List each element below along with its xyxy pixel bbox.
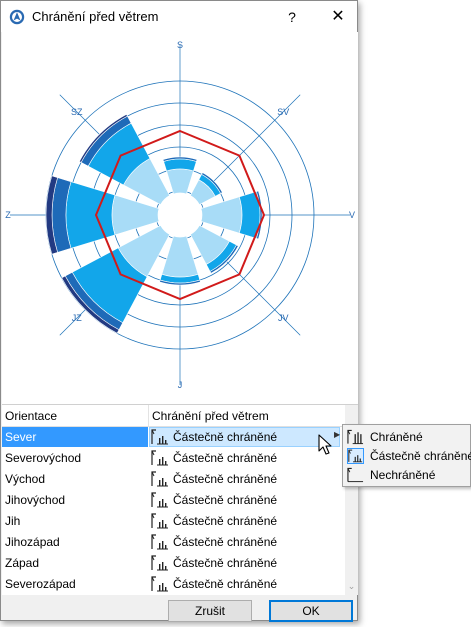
rose-sector-S — [166, 168, 194, 195]
orientation-column-header: Orientace — [5, 409, 58, 423]
wind-protection-dialog: Chránění před větrem ? ✕ S SV V JV J JZ Z SZ Or… — [0, 0, 358, 622]
compass-label-SW: JZ — [72, 313, 83, 323]
orientation-label: Východ — [5, 472, 46, 486]
protection-context-menu: Chráněné Částečně chráněné Nechráněné — [342, 424, 471, 487]
table-row-zapad[interactable]: Západ Částečně chráněné — [2, 553, 344, 573]
protection-column-header[interactable]: Chránění před větrem — [152, 409, 269, 423]
dialog-title: Chránění před větrem — [32, 9, 159, 24]
partially-protected-icon — [151, 513, 169, 529]
unprotected-icon — [347, 467, 364, 483]
compass-label-N: S — [177, 40, 183, 50]
orientation-label: Západ — [5, 556, 40, 570]
partially-protected-icon — [151, 429, 169, 445]
partially-protected-icon — [151, 492, 169, 508]
table-row-sever[interactable]: Sever Částečně chráněné ▶ — [2, 427, 344, 447]
orientation-label: Sever — [5, 430, 37, 444]
compass-label-NW: SZ — [71, 107, 83, 117]
partially-protected-icon — [151, 450, 169, 466]
partially-protected-icon — [151, 534, 169, 550]
submenu-arrow-icon: ▶ — [334, 430, 341, 439]
orientation-table: Orientace Chránění před větrem Sever Čás… — [2, 404, 358, 595]
wind-rose-chart: S SV V JV J JZ Z SZ — [2, 32, 358, 404]
menu-item-protected[interactable]: Chráněné — [345, 427, 469, 447]
rose-sector-S — [163, 158, 197, 172]
ok-button[interactable]: OK — [269, 600, 353, 622]
table-header: Orientace Chránění před větrem — [2, 405, 344, 427]
rose-sector-J — [161, 235, 199, 278]
column-divider — [148, 405, 149, 426]
partially-protected-icon — [151, 576, 169, 592]
rose-sector-V — [200, 196, 243, 234]
protected-icon — [347, 429, 364, 445]
table-row-jih[interactable]: Jih Částečně chráněné — [2, 511, 344, 531]
menu-item-unprotected[interactable]: Nechráněné — [345, 465, 469, 485]
wind-rose-svg: S SV V JV J JZ Z SZ — [5, 40, 355, 390]
cancel-button[interactable]: Zrušit — [168, 600, 252, 622]
archicad-app-icon — [9, 9, 25, 25]
table-row-jihozapad[interactable]: Jihozápad Částečně chráněné — [2, 532, 344, 552]
table-row-severozapad[interactable]: Severozápad Částečně chráněné — [2, 574, 344, 594]
scroll-down-arrow-icon[interactable]: ⌄ — [346, 581, 357, 593]
orientation-label: Jihozápad — [5, 535, 60, 549]
table-row-jihovychod[interactable]: Jihovýchod Částečně chráněné — [2, 490, 344, 510]
help-button[interactable]: ? — [277, 3, 307, 31]
title-bar: Chránění před větrem ? ✕ — [1, 1, 357, 32]
compass-label-S: J — [178, 380, 183, 390]
rose-center — [158, 193, 202, 237]
compass-label-NE: SV — [277, 107, 289, 117]
orientation-label: Severozápad — [5, 577, 76, 591]
partially-protected-icon — [151, 555, 169, 571]
menu-item-partially-protected[interactable]: Částečně chráněné — [345, 446, 471, 466]
partially-protected-icon — [151, 471, 169, 487]
compass-label-E: V — [349, 210, 355, 220]
partially-protected-icon — [347, 448, 364, 464]
close-button[interactable]: ✕ — [321, 3, 355, 31]
table-row-severovychod[interactable]: Severovýchod Částečně chráněné — [2, 448, 344, 468]
mouse-cursor-icon — [318, 434, 332, 455]
compass-label-SE: JV — [278, 313, 289, 323]
table-row-vychod[interactable]: Východ Částečně chráněné — [2, 469, 344, 489]
orientation-label: Jih — [5, 514, 21, 528]
orientation-label: Severovýchod — [5, 451, 82, 465]
compass-label-W: Z — [5, 210, 11, 220]
rose-sector-Z — [65, 181, 116, 249]
orientation-label: Jihovýchod — [5, 493, 66, 507]
rose-sector-Z — [111, 194, 160, 236]
